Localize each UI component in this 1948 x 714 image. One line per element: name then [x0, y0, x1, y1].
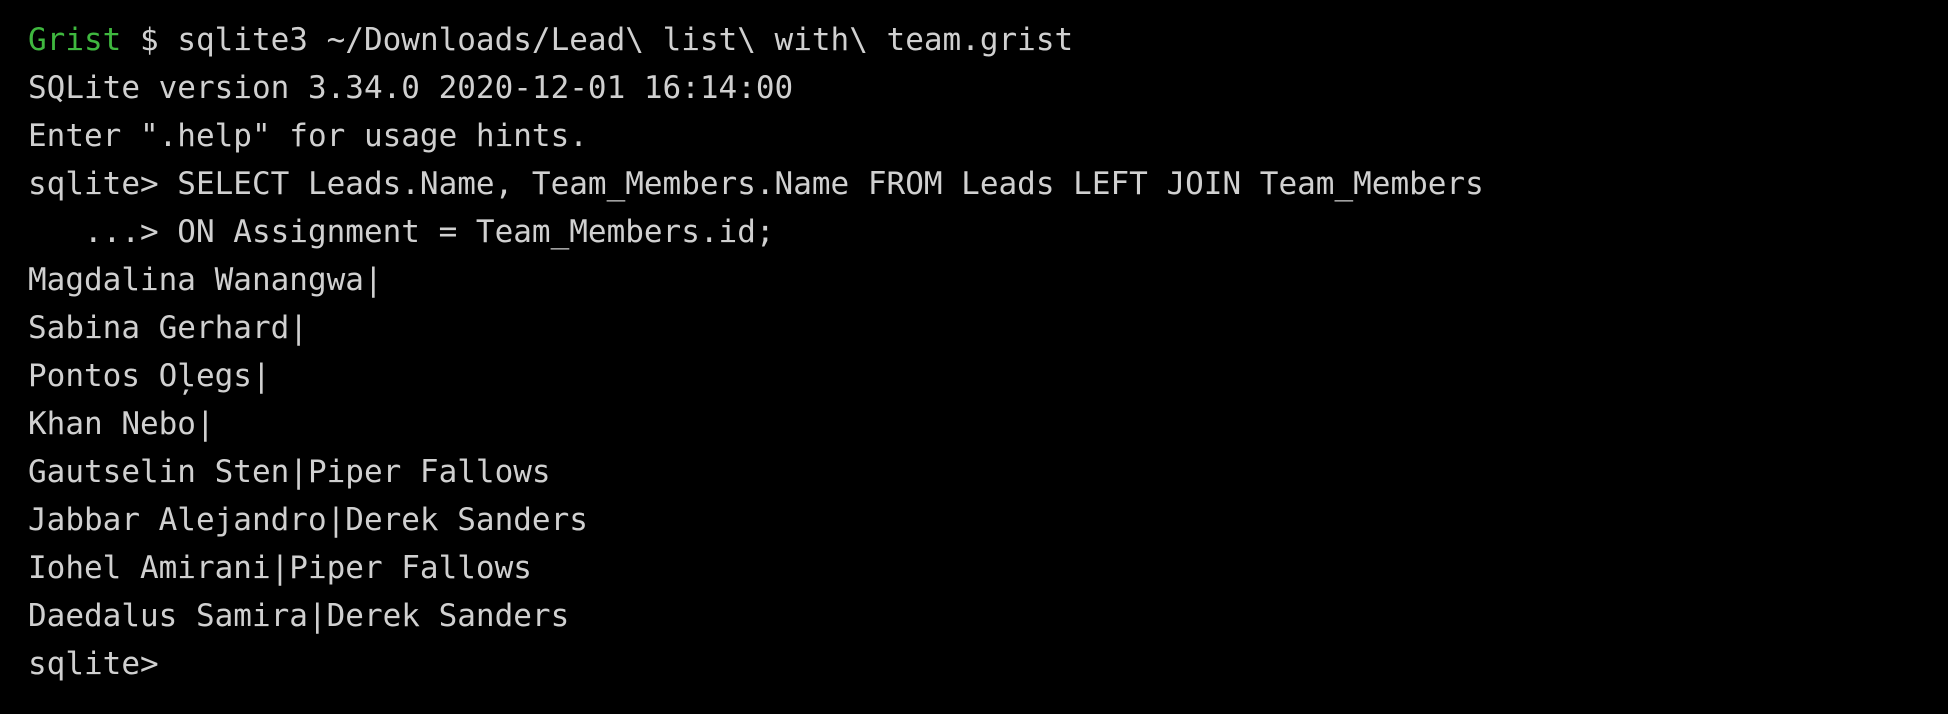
result-row-2: Sabina Gerhard|: [28, 304, 1948, 352]
query-line-2: ...> ON Assignment = Team_Members.id;: [28, 208, 1948, 256]
result-row-5: Gautselin Sten|Piper Fallows: [28, 448, 1948, 496]
result-row-8: Daedalus Samira|Derek Sanders: [28, 592, 1948, 640]
query-result-row: Sabina Gerhard|: [28, 310, 308, 346]
shell-prompt-symbol-and-command: $ sqlite3 ~/Downloads/Lead\ list\ with\ …: [121, 22, 1074, 58]
sqlite-prompt: sqlite>: [28, 646, 159, 682]
result-row-4: Khan Nebo|: [28, 400, 1948, 448]
query-result-row: Daedalus Samira|Derek Sanders: [28, 598, 570, 634]
terminal-output: Grist $ sqlite3 ~/Downloads/Lead\ list\ …: [28, 16, 1948, 688]
command-line: Grist $ sqlite3 ~/Downloads/Lead\ list\ …: [28, 16, 1948, 64]
query-result-row: Pontos Oļegs|: [28, 358, 271, 394]
sqlite-version-line: SQLite version 3.34.0 2020-12-01 16:14:0…: [28, 64, 1948, 112]
result-row-7: Iohel Amirani|Piper Fallows: [28, 544, 1948, 592]
sqlite-version-text: SQLite version 3.34.0 2020-12-01 16:14:0…: [28, 70, 794, 106]
query-result-row: Magdalina Wanangwa|: [28, 262, 383, 298]
sqlite-prompt-and-query: sqlite> SELECT Leads.Name, Team_Members.…: [28, 166, 1484, 202]
shell-prompt-host: Grist: [28, 22, 122, 58]
query-line-1: sqlite> SELECT Leads.Name, Team_Members.…: [28, 160, 1948, 208]
final-prompt-line: sqlite>: [28, 640, 1948, 688]
terminal-window[interactable]: Grist $ sqlite3 ~/Downloads/Lead\ list\ …: [0, 0, 1948, 714]
result-row-3: Pontos Oļegs|: [28, 352, 1948, 400]
query-result-row: Gautselin Sten|Piper Fallows: [28, 454, 551, 490]
sqlite-continuation-prompt-and-query: ...> ON Assignment = Team_Members.id;: [28, 214, 775, 250]
sqlite-help-hint-text: Enter ".help" for usage hints.: [28, 118, 588, 154]
result-row-6: Jabbar Alejandro|Derek Sanders: [28, 496, 1948, 544]
result-row-1: Magdalina Wanangwa|: [28, 256, 1948, 304]
query-result-row: Khan Nebo|: [28, 406, 215, 442]
query-result-row: Iohel Amirani|Piper Fallows: [28, 550, 532, 586]
query-result-row: Jabbar Alejandro|Derek Sanders: [28, 502, 588, 538]
help-hint-line: Enter ".help" for usage hints.: [28, 112, 1948, 160]
